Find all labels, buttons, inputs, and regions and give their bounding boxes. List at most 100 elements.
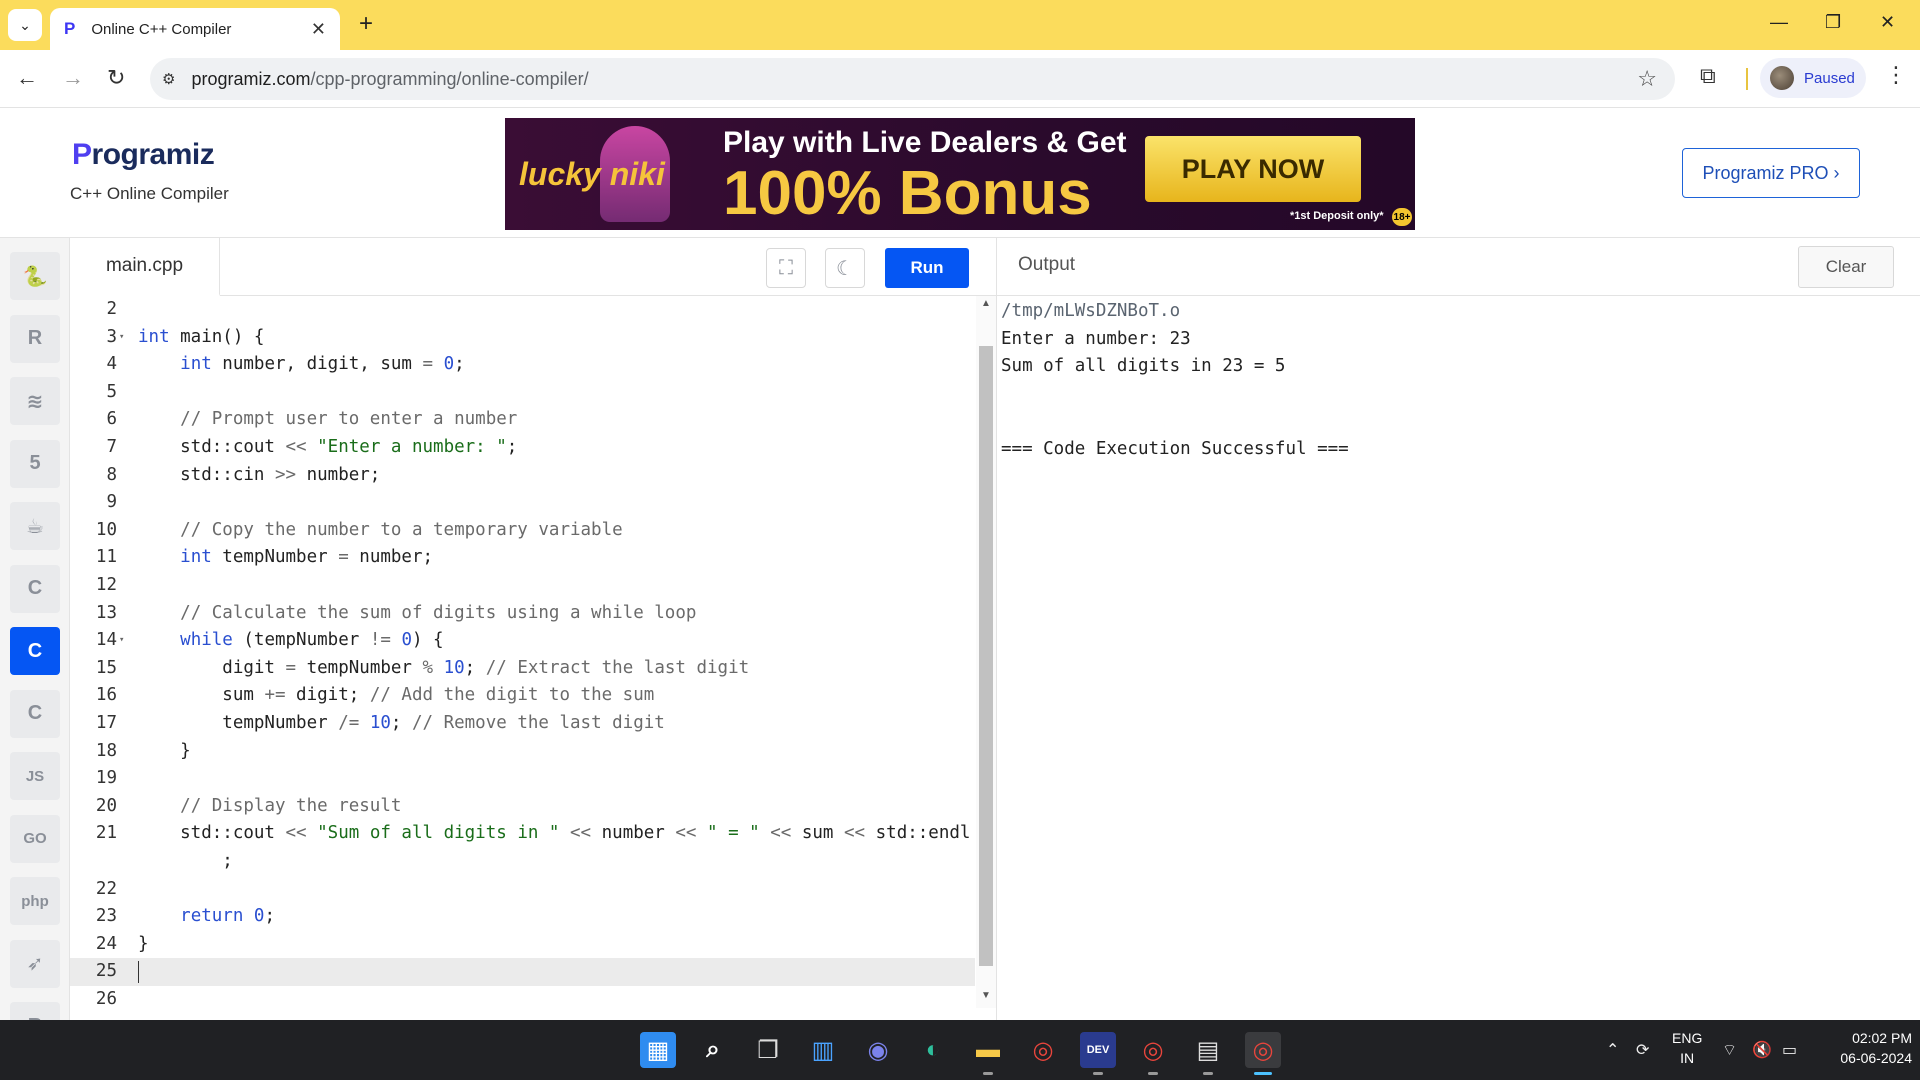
- code-line[interactable]: 5: [70, 379, 975, 407]
- forward-button[interactable]: →: [62, 65, 84, 91]
- code-line[interactable]: 20 // Display the result: [70, 793, 975, 821]
- taskbar-chrome-icon[interactable]: ◎: [1025, 1032, 1061, 1068]
- code-editor[interactable]: 2 3 ▾ int main() {4 int number, digit, sum …: [70, 296, 975, 1020]
- taskbar-chrome-active-icon[interactable]: ◎: [1245, 1032, 1281, 1068]
- close-window-button[interactable]: ✕: [1880, 12, 1895, 33]
- browser-menu-icon[interactable]: ⋮: [1885, 62, 1907, 88]
- scroll-down-icon[interactable]: ▼: [981, 990, 991, 1001]
- language-cpp-icon[interactable]: C: [10, 627, 60, 675]
- programiz-pro-button[interactable]: Programiz PRO ›: [1682, 148, 1860, 198]
- code-text: ;: [138, 851, 233, 871]
- language-java-icon[interactable]: ☕: [10, 502, 60, 550]
- site-info-icon[interactable]: ⚙: [162, 70, 175, 88]
- taskbar-teams-icon[interactable]: ◉: [860, 1032, 896, 1068]
- code-line[interactable]: 18 }: [70, 738, 975, 766]
- fold-arrow-icon[interactable]: ▾: [119, 324, 124, 352]
- code-line[interactable]: 16 sum += digit; // Add the digit to the…: [70, 682, 975, 710]
- programiz-logo[interactable]: Programiz: [72, 138, 215, 172]
- ad-play-now-button[interactable]: PLAY NOW: [1145, 136, 1361, 202]
- language-rust-icon[interactable]: R: [10, 1002, 60, 1020]
- minimize-button[interactable]: —: [1770, 12, 1788, 33]
- browser-tab[interactable]: P Online C++ Compiler ✕: [50, 8, 340, 50]
- tab-search-button[interactable]: ⌄: [8, 9, 42, 41]
- ad-banner[interactable]: lucky niki Play with Live Dealers & Get …: [505, 118, 1415, 230]
- browser-titlebar: ⌄ P Online C++ Compiler ✕ + — ❐ ✕: [0, 0, 1920, 50]
- language-c-icon[interactable]: C: [10, 564, 60, 613]
- code-line[interactable]: 21 std::cout << "Sum of all digits in " …: [70, 820, 975, 848]
- code-line[interactable]: 6 // Prompt user to enter a number: [70, 406, 975, 434]
- reload-button[interactable]: ↻: [107, 65, 125, 91]
- extensions-icon[interactable]: ⧉: [1700, 63, 1716, 89]
- dark-mode-moon-icon[interactable]: ☾: [825, 248, 865, 288]
- language-html-icon[interactable]: 5: [10, 439, 60, 488]
- taskbar-notepad-icon[interactable]: ▤: [1190, 1032, 1226, 1068]
- code-line[interactable]: 3 ▾ int main() {: [70, 324, 975, 352]
- language-swift-icon[interactable]: ➶: [10, 939, 60, 988]
- output-line: Sum of all digits in 23 = 5: [1001, 356, 1286, 377]
- file-tab-main-cpp[interactable]: main.cpp: [70, 238, 220, 296]
- back-button[interactable]: ←: [16, 65, 38, 91]
- code-line[interactable]: 15 digit = tempNumber % 10; // Extract t…: [70, 655, 975, 683]
- code-line[interactable]: 26: [70, 986, 975, 1014]
- language-python-icon[interactable]: 🐍: [10, 252, 60, 300]
- code-line[interactable]: 14 ▾ while (tempNumber != 0) {: [70, 627, 975, 655]
- scrollbar-thumb[interactable]: [979, 346, 993, 966]
- language-r-icon[interactable]: R: [10, 314, 60, 363]
- code-line[interactable]: 13 // Calculate the sum of digits using …: [70, 600, 975, 628]
- code-line[interactable]: ;: [70, 848, 975, 876]
- address-bar[interactable]: ⚙ programiz.com/cpp-programming/online-c…: [150, 58, 1675, 100]
- new-tab-button[interactable]: +: [352, 10, 380, 38]
- programiz-favicon-icon: P: [64, 19, 76, 38]
- language-js-icon[interactable]: JS: [10, 752, 60, 800]
- bookmark-star-icon[interactable]: ☆: [1637, 66, 1657, 92]
- code-line[interactable]: 11 int tempNumber = number;: [70, 544, 975, 572]
- taskbar-widgets-icon[interactable]: ▥: [805, 1032, 841, 1068]
- language-php-icon[interactable]: php: [10, 877, 60, 925]
- code-line[interactable]: 2: [70, 296, 975, 324]
- sync-icon[interactable]: ⟳: [1636, 1040, 1649, 1060]
- line-number: 5: [106, 381, 117, 402]
- code-line[interactable]: 23 return 0;: [70, 903, 975, 931]
- language-csharp-icon[interactable]: C: [10, 689, 60, 738]
- code-line[interactable]: 24}: [70, 931, 975, 959]
- code-text: return 0;: [180, 906, 276, 927]
- code-line[interactable]: 9: [70, 489, 975, 517]
- tray-chevron-icon[interactable]: ⌃: [1606, 1040, 1619, 1060]
- taskbar-clock[interactable]: 02:02 PM 06-06-2024: [1820, 1028, 1912, 1068]
- close-tab-icon[interactable]: ✕: [311, 19, 326, 40]
- taskbar-devcpp-icon[interactable]: DEV: [1080, 1032, 1116, 1068]
- taskbar-chrome-profile-icon[interactable]: ◎: [1135, 1032, 1171, 1068]
- code-text: std::cin >> number;: [138, 464, 381, 485]
- code-line[interactable]: 22: [70, 876, 975, 904]
- language-go-icon[interactable]: GO: [10, 814, 60, 863]
- restore-button[interactable]: ❐: [1825, 12, 1841, 33]
- fold-arrow-icon[interactable]: ▾: [119, 627, 124, 655]
- code-line[interactable]: 7 std::cout << "Enter a number: ";: [70, 434, 975, 462]
- taskbar-search-icon[interactable]: ⌕: [695, 1032, 731, 1068]
- speaker-muted-icon[interactable]: 🔇: [1752, 1040, 1772, 1060]
- scroll-up-icon[interactable]: ▲: [981, 298, 991, 309]
- fullscreen-icon[interactable]: ⛶: [766, 248, 806, 288]
- clear-button[interactable]: Clear: [1798, 246, 1894, 288]
- url-host: programiz.com: [191, 68, 311, 89]
- language-sql-icon[interactable]: ≋: [10, 377, 60, 425]
- battery-icon[interactable]: ▭: [1782, 1040, 1797, 1060]
- run-button[interactable]: Run: [885, 248, 969, 288]
- taskbar-edge-icon[interactable]: ◐: [915, 1032, 951, 1068]
- profile-button[interactable]: Paused: [1760, 58, 1866, 98]
- taskbar-start-icon[interactable]: ▦: [640, 1032, 676, 1068]
- taskbar-file-explorer-icon[interactable]: ▬: [970, 1032, 1006, 1068]
- wifi-icon[interactable]: ⌔: [1722, 1040, 1737, 1060]
- editor-scrollbar[interactable]: ▲ ▼: [976, 296, 996, 1008]
- code-line[interactable]: 4 int number, digit, sum = 0;: [70, 351, 975, 379]
- code-line[interactable]: 25: [70, 958, 975, 986]
- code-line[interactable]: 12: [70, 572, 975, 600]
- code-text: // Calculate the sum of digits using a w…: [180, 602, 697, 623]
- language-indicator[interactable]: ENG IN: [1672, 1028, 1702, 1068]
- code-line[interactable]: 10 // Copy the number to a temporary var…: [70, 517, 975, 545]
- taskbar-task-view-icon[interactable]: ❐: [750, 1032, 786, 1068]
- code-line[interactable]: 19: [70, 765, 975, 793]
- code-line[interactable]: 17 tempNumber /= 10; // Remove the last …: [70, 710, 975, 738]
- code-line[interactable]: 8 std::cin >> number;: [70, 462, 975, 490]
- code-text: }: [138, 740, 191, 761]
